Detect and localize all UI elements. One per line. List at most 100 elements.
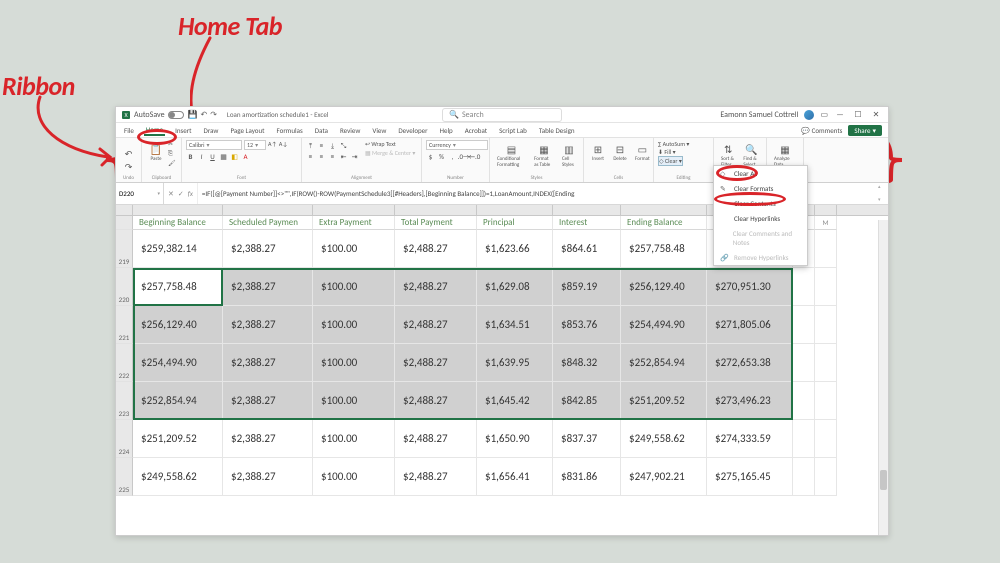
tab-help[interactable]: Help <box>438 125 455 136</box>
comma-icon[interactable]: , <box>448 152 457 161</box>
tab-script-lab[interactable]: Script Lab <box>497 125 529 136</box>
search-box[interactable]: 🔍 Search <box>442 108 562 122</box>
align-top-icon[interactable]: ⤒ <box>306 141 315 150</box>
align-right-icon[interactable]: ≡ <box>328 152 337 161</box>
cell[interactable]: $100.00 <box>313 458 395 496</box>
tab-formulas[interactable]: Formulas <box>275 125 305 136</box>
cell[interactable] <box>815 306 837 344</box>
cell[interactable]: $2,488.27 <box>395 420 477 458</box>
cell[interactable]: $257,758.48 <box>621 230 707 268</box>
cell[interactable]: $848.32 <box>553 344 621 382</box>
clear-formats-item[interactable]: ✎Clear Formats <box>714 181 807 196</box>
avatar[interactable] <box>804 110 814 120</box>
font-name-select[interactable]: Calibri▾ <box>186 140 242 150</box>
cell[interactable]: $100.00 <box>313 344 395 382</box>
enter-formula-icon[interactable]: ✓ <box>178 189 184 198</box>
decrease-font-icon[interactable]: A↓ <box>279 140 288 150</box>
cell[interactable]: $2,488.27 <box>395 230 477 268</box>
increase-decimal-icon[interactable]: .0→ <box>459 152 468 161</box>
cell[interactable]: $831.86 <box>553 458 621 496</box>
cell[interactable] <box>815 420 837 458</box>
cell[interactable]: $2,388.27 <box>223 306 313 344</box>
number-format-select[interactable]: Currency▾ <box>426 140 488 150</box>
column-header[interactable]: Beginning Balance <box>133 216 223 230</box>
maximize-button[interactable]: ☐ <box>852 110 864 120</box>
align-middle-icon[interactable]: ≡ <box>317 141 326 150</box>
vertical-scrollbar[interactable] <box>878 220 888 535</box>
clear-all-item[interactable]: ◇Clear All <box>714 166 807 181</box>
clear-contents-item[interactable]: Clear Contents <box>714 196 807 211</box>
cell[interactable]: $100.00 <box>313 230 395 268</box>
insert-cells-button[interactable]: ⊞Insert <box>588 140 608 164</box>
currency-icon[interactable]: $ <box>426 152 435 161</box>
cell[interactable]: $256,129.40 <box>621 268 707 306</box>
border-icon[interactable]: ▦ <box>219 152 228 161</box>
row-header[interactable]: 221 <box>116 306 133 344</box>
paste-button[interactable]: 📋 Paste <box>146 140 166 164</box>
column-header[interactable]: Interest <box>553 216 621 230</box>
cell[interactable]: $2,388.27 <box>223 344 313 382</box>
tab-review[interactable]: Review <box>338 125 362 136</box>
cell[interactable]: $859.19 <box>553 268 621 306</box>
autosum-button[interactable]: ∑ AutoSum ▾ <box>658 140 689 148</box>
cell[interactable]: $2,388.27 <box>223 458 313 496</box>
underline-icon[interactable]: U <box>208 152 217 161</box>
column-header[interactable]: Extra Payment <box>313 216 395 230</box>
fx-icon[interactable]: fx <box>188 189 193 198</box>
cell[interactable]: $100.00 <box>313 268 395 306</box>
cell[interactable]: $864.61 <box>553 230 621 268</box>
save-icon[interactable]: 💾 <box>188 110 198 120</box>
cell[interactable]: $274,333.59 <box>707 420 793 458</box>
delete-cells-button[interactable]: ⊟Delete <box>610 140 630 164</box>
cell[interactable] <box>793 382 815 420</box>
align-bottom-icon[interactable]: ⤓ <box>328 141 337 150</box>
cell[interactable]: $271,805.06 <box>707 306 793 344</box>
close-button[interactable]: ✕ <box>870 110 882 120</box>
cell[interactable]: $1,623.66 <box>477 230 553 268</box>
cell[interactable]: $1,650.90 <box>477 420 553 458</box>
fill-color-icon[interactable]: ◧ <box>230 152 239 161</box>
conditional-formatting-button[interactable]: ▤Conditional Formatting <box>494 140 529 170</box>
cell[interactable]: $252,854.94 <box>133 382 223 420</box>
cancel-formula-icon[interactable]: ✕ <box>168 189 174 198</box>
cell-styles-button[interactable]: ▥Cell Styles <box>559 140 579 170</box>
format-as-table-button[interactable]: ▦Format as Table <box>531 140 557 170</box>
cell[interactable]: $254,494.90 <box>621 306 707 344</box>
cell[interactable] <box>793 344 815 382</box>
tab-table-design[interactable]: Table Design <box>537 125 577 136</box>
column-header[interactable]: Total Payment <box>395 216 477 230</box>
tab-acrobat[interactable]: Acrobat <box>463 125 489 136</box>
clear-button[interactable]: ◇ Clear ▾ <box>658 156 683 166</box>
cell[interactable]: $2,488.27 <box>395 268 477 306</box>
cell[interactable]: $251,209.52 <box>133 420 223 458</box>
undo-icon[interactable]: ↶ <box>125 149 133 160</box>
cell[interactable]: $853.76 <box>553 306 621 344</box>
username[interactable]: Eamonn Samuel Cottrell <box>720 110 798 120</box>
cell[interactable]: $2,388.27 <box>223 268 313 306</box>
cell[interactable]: $2,388.27 <box>223 230 313 268</box>
cell[interactable]: $275,165.45 <box>707 458 793 496</box>
cell[interactable]: $1,629.08 <box>477 268 553 306</box>
font-color-icon[interactable]: A <box>241 152 250 161</box>
tab-insert[interactable]: Insert <box>173 125 193 136</box>
orientation-icon[interactable]: ⤡ <box>339 141 348 150</box>
indent-inc-icon[interactable]: ⇥ <box>350 152 359 161</box>
cell[interactable]: $1,645.42 <box>477 382 553 420</box>
cell[interactable] <box>815 230 837 268</box>
cell[interactable] <box>815 344 837 382</box>
cell[interactable]: $2,488.27 <box>395 458 477 496</box>
wrap-text-button[interactable]: ↩ Wrap Text <box>365 140 415 148</box>
cell[interactable] <box>793 268 815 306</box>
cell[interactable]: $270,951.30 <box>707 268 793 306</box>
formula-expand-up[interactable]: ▴ <box>878 184 888 190</box>
cell[interactable]: $272,653.38 <box>707 344 793 382</box>
cell[interactable] <box>815 458 837 496</box>
cell[interactable]: $837.37 <box>553 420 621 458</box>
tab-file[interactable]: File <box>122 125 136 136</box>
fill-button[interactable]: ⬇ Fill ▾ <box>658 148 676 156</box>
column-header[interactable]: Principal <box>477 216 553 230</box>
row-header[interactable]: 224 <box>116 420 133 458</box>
cell[interactable]: $100.00 <box>313 420 395 458</box>
tab-home[interactable]: Home <box>144 124 165 136</box>
cell[interactable] <box>793 420 815 458</box>
